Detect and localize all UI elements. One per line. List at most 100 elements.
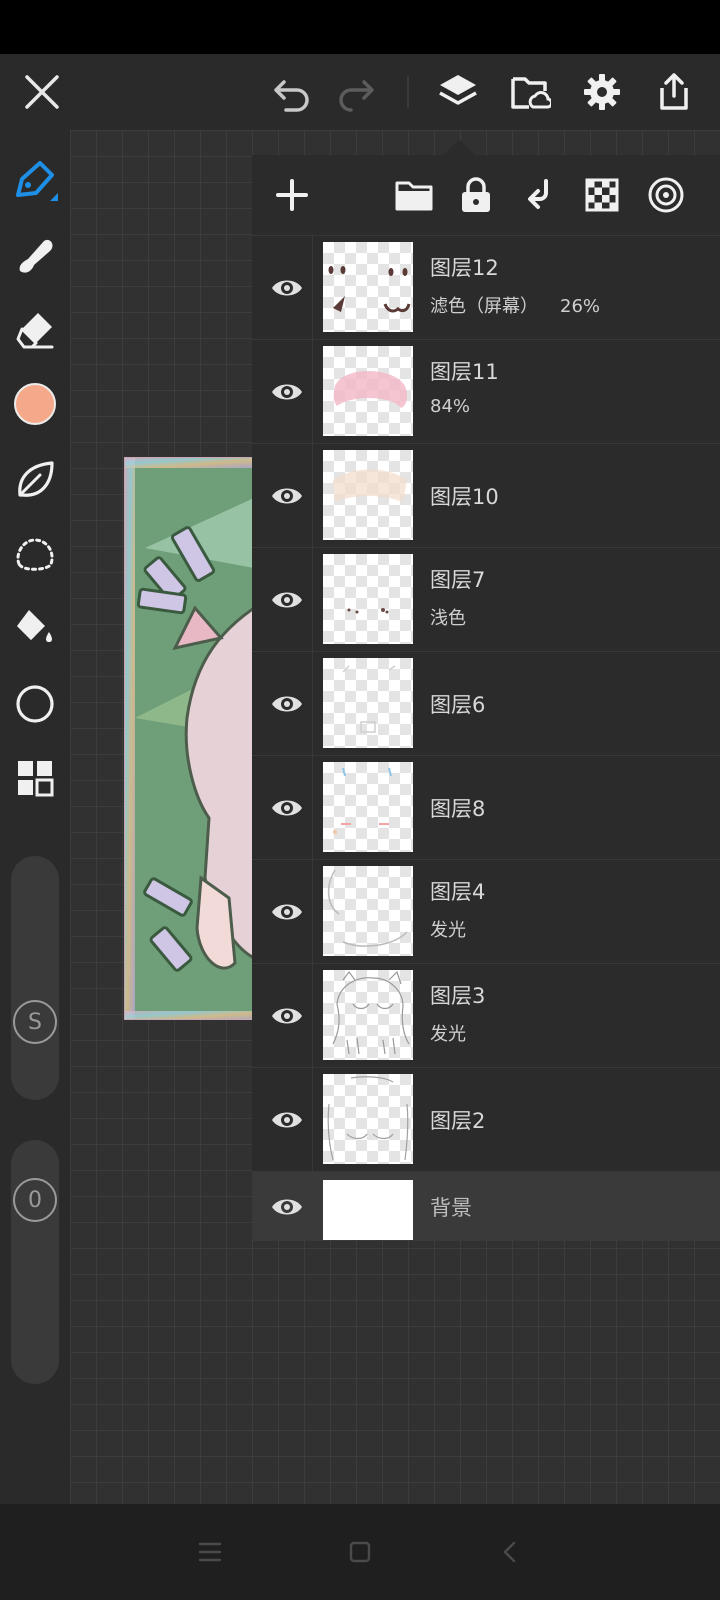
undo-button[interactable] [268,68,316,116]
layer-row[interactable]: 图层10 [252,443,720,547]
layer-visibility-toggle[interactable] [262,1182,312,1232]
smudge-icon [19,239,53,273]
eye-icon [272,696,302,712]
add-layer-icon [276,179,308,211]
system-nav-bar [0,1504,720,1600]
layer-thumbnail-art [332,970,410,1055]
leaf-tool-button[interactable] [11,456,59,504]
transparency-button[interactable] [578,171,626,219]
layer-name: 图层4 [430,880,486,904]
smudge-tool-button[interactable] [11,232,59,280]
layer-thumbnail [323,658,413,748]
layer-divider [312,964,313,1067]
brush-opacity-slider[interactable]: 0 [11,1140,59,1384]
merge-down-button[interactable] [516,171,564,219]
layer-thumbnail [323,1180,413,1240]
layer-row[interactable]: 图层7 浅色 [252,547,720,651]
layer-name: 图层11 [430,360,499,384]
layer-divider [312,1068,313,1171]
add-layer-button[interactable] [268,171,316,219]
eraser-icon [16,313,54,349]
transparency-checker-icon [585,178,619,212]
layer-row[interactable]: 图层12 滤色（屏幕） 26% [252,235,720,339]
layer-visibility-toggle[interactable] [262,887,312,937]
layer-thumbnail [323,450,413,540]
lasso-icon [16,538,54,571]
layer-thumbnail [323,242,413,332]
layer-visibility-toggle[interactable] [262,575,312,625]
layer-name: 图层10 [430,485,499,509]
layer-visibility-toggle[interactable] [262,1095,312,1145]
layer-row[interactable]: 背景 [252,1171,720,1241]
brush-opacity-label: 0 [28,1187,42,1213]
redo-icon [339,80,374,112]
color-picker-button[interactable] [11,380,59,428]
layer-divider [312,756,313,859]
layers-panel-caret [443,139,475,155]
eraser-tool-button[interactable] [11,306,59,354]
layers-panel-header [252,155,720,235]
layer-row[interactable]: 图层6 [252,651,720,755]
layer-row[interactable]: 图层2 [252,1067,720,1171]
layer-thumbnail [323,346,413,436]
eye-icon [272,592,302,608]
layer-divider [312,340,313,443]
layer-row[interactable]: 图层4 发光 [252,859,720,963]
layer-blend-mode: 发光 [430,1024,466,1045]
layer-row[interactable]: 图层11 84% [252,339,720,443]
layer-visibility-toggle[interactable] [262,991,312,1041]
close-button[interactable] [18,68,66,116]
layer-visibility-toggle[interactable] [262,263,312,313]
grid-apps-icon [18,761,54,797]
back-button[interactable] [490,1532,530,1572]
layer-visibility-toggle[interactable] [262,783,312,833]
layer-visibility-toggle[interactable] [262,367,312,417]
layer-opacity: 26% [560,296,601,317]
layer-blend-mode: 发光 [430,920,466,941]
status-bar [0,0,720,54]
layer-row[interactable]: 图层8 [252,755,720,859]
eye-icon [272,280,302,296]
eye-icon [272,1199,302,1215]
artwork-canvas[interactable] [124,457,253,1020]
layer-name: 图层3 [430,984,486,1008]
recent-apps-button[interactable] [190,1532,230,1572]
layer-visibility-toggle[interactable] [262,679,312,729]
lock-layer-button[interactable] [452,171,500,219]
layer-divider [312,860,313,963]
eye-icon [272,800,302,816]
brush-opacity-knob[interactable]: 0 [13,1178,57,1222]
layer-name: 图层2 [430,1109,486,1133]
layer-opacity: 84% [430,396,471,417]
layer-thumbnail [323,1074,413,1164]
lasso-tool-button[interactable] [11,530,59,578]
layer-thumbnail [323,866,413,956]
top-toolbar [0,54,720,130]
home-icon [349,1541,371,1563]
brush-size-label: S [28,1009,42,1035]
layer-thumbnail [323,970,413,1060]
layer-row[interactable]: 图层3 发光 [252,963,720,1067]
cloud-folder-button[interactable] [506,68,554,116]
layer-name: 图层7 [430,568,486,592]
layers-button[interactable] [434,68,482,116]
redo-button[interactable] [332,68,380,116]
layers-panel: 图层12 滤色（屏幕） 26% 图层11 84% 图层10 图层7 浅色 图层6… [252,155,720,1241]
close-icon [25,75,59,109]
layer-thumbnail-art [342,665,396,733]
reference-button[interactable] [642,171,690,219]
home-button[interactable] [340,1532,380,1572]
pen-tool-button[interactable] [11,156,59,204]
settings-button[interactable] [578,68,626,116]
new-folder-button[interactable] [390,171,438,219]
brush-size-slider[interactable]: S [11,856,59,1100]
fill-tool-button[interactable] [11,604,59,652]
apps-button[interactable] [11,754,59,802]
eye-icon [272,384,302,400]
share-button[interactable] [650,68,698,116]
eye-icon [272,1112,302,1128]
layer-visibility-toggle[interactable] [262,471,312,521]
lock-icon [462,177,490,212]
shape-tool-button[interactable] [11,680,59,728]
brush-size-knob[interactable]: S [13,1000,57,1044]
